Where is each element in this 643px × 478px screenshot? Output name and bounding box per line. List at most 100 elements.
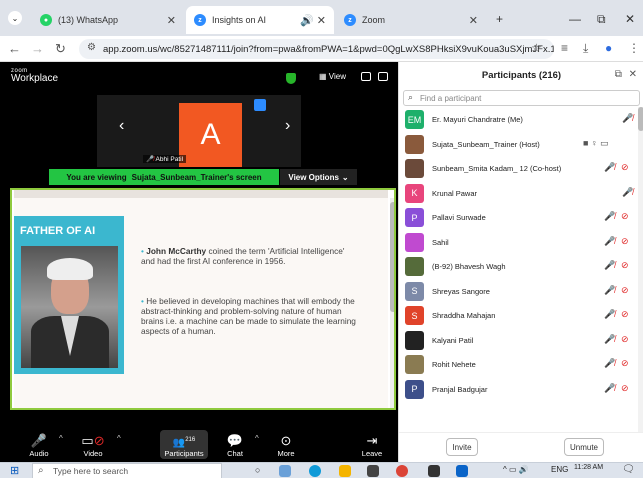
participant-avatar (405, 257, 424, 276)
close-tab-icon[interactable]: ✕ (167, 14, 176, 27)
leave-button[interactable]: ⇥ Leave (352, 432, 392, 458)
participant-name: Sujata_Sunbeam_Trainer (Host) (432, 139, 540, 149)
search-icon: ⌕ (408, 92, 414, 102)
participants-scrollbar[interactable] (638, 107, 643, 447)
video-off-icon: ▭⊘ (81, 433, 105, 448)
next-video-arrow[interactable]: › (285, 117, 290, 135)
participants-panel: Participants (216) ⧉ ✕ ⌕ Find a particip… (398, 62, 643, 462)
video-button[interactable]: ▭⊘ Video ^ (73, 432, 120, 458)
security-shield-icon[interactable] (286, 73, 296, 84)
participant-avatar (405, 355, 424, 374)
windows-start-icon[interactable]: ⊞ (10, 464, 19, 477)
participant-row[interactable]: S Shraddha Mahajan 🎤̸ ⊘ (399, 304, 636, 328)
view-button[interactable]: ▦ View (319, 72, 346, 81)
site-info-icon[interactable]: ⚙ (87, 42, 96, 53)
popout-icon[interactable]: ⧉ (615, 69, 622, 80)
video-strip: ‹ A 🎤̸ Abhi Patil › (97, 95, 301, 167)
video-options-icon[interactable] (254, 99, 266, 111)
video-off-icon: ⊘ (621, 260, 629, 270)
clock[interactable]: 11:28 AM (574, 464, 603, 471)
tab-whatsapp[interactable]: ● (13) WhatsApp ✕ (32, 6, 184, 34)
muted-mic-icon: 🎤̸ (604, 162, 616, 172)
participant-row[interactable]: K Krunal Pawar 🎤̸ (399, 182, 636, 206)
invite-button[interactable]: Invite (446, 438, 478, 456)
playlist-icon[interactable]: ≡ (561, 41, 568, 55)
restore-icon[interactable]: ⧉ (597, 12, 606, 27)
view-label: View (328, 72, 346, 81)
muted-mic-icon: 🎤̸ (604, 358, 616, 368)
people-icon: 👥 (172, 437, 186, 449)
chat-button[interactable]: 💬 Chat ^ (215, 432, 259, 458)
minimize-icon[interactable]: — (569, 12, 581, 26)
participant-search-input[interactable]: ⌕ Find a participant (403, 90, 640, 106)
tray-icons[interactable]: ^ ▭ 🔊 (503, 465, 529, 474)
audio-close-icon[interactable]: 🔊 ✕ (300, 14, 326, 27)
close-tab-icon[interactable]: ✕ (469, 14, 478, 27)
photos-icon[interactable] (428, 465, 440, 477)
participants-button[interactable]: 👥216 Participants (160, 430, 208, 459)
video-off-icon: ⊘ (621, 284, 629, 295)
notifications-icon[interactable]: 🗨 (622, 464, 635, 475)
participant-row[interactable]: P Pranjal Badgujar 🎤̸ ⊘ (399, 378, 636, 402)
slide-bullet-2: • He believed in developing machines tha… (141, 296, 356, 336)
slide-scrollbar[interactable] (390, 198, 394, 408)
participant-row[interactable]: P Pallavi Surwade 🎤̸ ⊘ (399, 206, 636, 230)
participant-row[interactable]: S Shreyas Sangore 🎤̸ ⊘ (399, 280, 636, 304)
participant-row[interactable]: Sunbeam_Smita Kadam_ 12 (Co-host) 🎤̸ ⊘ (399, 157, 636, 181)
forward-icon[interactable]: → (31, 41, 44, 56)
muted-mic-icon: 🎤̸ (604, 309, 616, 319)
download-icon[interactable]: ⤓ (583, 41, 588, 56)
participant-row[interactable]: Rohit Nehete 🎤̸ ⊘ (399, 353, 636, 377)
close-window-icon[interactable]: ✕ (625, 12, 635, 26)
participant-avatar: A (179, 103, 242, 167)
slide-title: FATHER OF AI (20, 225, 96, 237)
participant-row[interactable]: Sahil 🎤̸ ⊘ (399, 231, 636, 255)
participant-row[interactable]: EM Er. Mayuri Chandratre (Me) 🎤̸ (399, 108, 636, 132)
tab-search-icon[interactable]: ⌄ (8, 11, 22, 25)
audio-button[interactable]: 🎤 Audio ^ (19, 432, 62, 458)
widgets-icon[interactable] (279, 465, 291, 477)
url-field[interactable]: ⚙ app.zoom.us/wc/85271487111/join?from=p… (79, 39, 554, 59)
more-icon: ⊙ (280, 433, 292, 448)
muted-mic-icon: 🎤̸ (604, 235, 616, 246)
taskbar-search-input[interactable]: ⌕ Type here to search (32, 463, 222, 478)
participant-row[interactable]: Sujata_Sunbeam_Trainer (Host) ■ ♀ ▭ (399, 133, 636, 157)
participant-row[interactable]: Kalyani Patil 🎤̸ ⊘ (399, 329, 636, 353)
chevron-up-icon[interactable]: ^ (59, 434, 63, 443)
chat-icon: 💬 (226, 433, 244, 448)
new-tab-icon[interactable]: + (496, 12, 503, 26)
view-options-button[interactable]: View Options ⌄ (280, 169, 357, 185)
task-view-icon[interactable]: ○ (255, 465, 267, 477)
prev-video-arrow[interactable]: ‹ (119, 117, 124, 135)
menu-icon[interactable]: ⋮ (628, 41, 640, 55)
close-icon[interactable]: ✕ (629, 69, 637, 80)
fullscreen-icon[interactable] (378, 72, 388, 81)
participant-avatar (405, 232, 424, 252)
file-explorer-icon[interactable] (339, 465, 351, 477)
minimize-view-icon[interactable] (361, 72, 371, 81)
language-indicator[interactable]: ENG (551, 465, 568, 474)
outlook-icon[interactable] (456, 465, 468, 477)
unmute-button[interactable]: Unmute (564, 438, 604, 456)
bullet-bold: John McCarthy (146, 246, 207, 256)
video-off-icon: ⊘ (621, 162, 629, 172)
profile-icon[interactable]: ● (605, 41, 612, 55)
chevron-up-icon[interactable]: ^ (117, 434, 121, 443)
tab-insights[interactable]: z Insights on AI 🔊 ✕ (186, 6, 334, 34)
meeting-area: zoom Workplace ▦ View ‹ A 🎤̸ Abhi Patil … (0, 62, 398, 462)
chevron-up-icon[interactable]: ^ (255, 434, 259, 443)
participant-name: Shreyas Sangore (432, 286, 490, 296)
bookmark-star-icon[interactable]: ☆ (531, 41, 542, 55)
chat-label: Chat (227, 449, 243, 458)
participant-name: Sunbeam_Smita Kadam_ 12 (Co-host) (432, 164, 562, 173)
tab-zoom[interactable]: z Zoom ✕ (336, 6, 486, 34)
video-off-icon: ⊘ (621, 382, 629, 393)
mail-icon[interactable] (367, 465, 379, 477)
more-button[interactable]: ⊙ More (266, 432, 306, 458)
reload-icon[interactable]: ↻ (55, 41, 66, 57)
participant-count: 216 (185, 437, 196, 443)
chrome-icon[interactable] (396, 465, 408, 477)
edge-icon[interactable] (309, 465, 321, 477)
participant-row[interactable]: (B-92) Bhavesh Wagh 🎤̸ ⊘ (399, 255, 636, 279)
back-icon[interactable]: ← (8, 41, 21, 56)
